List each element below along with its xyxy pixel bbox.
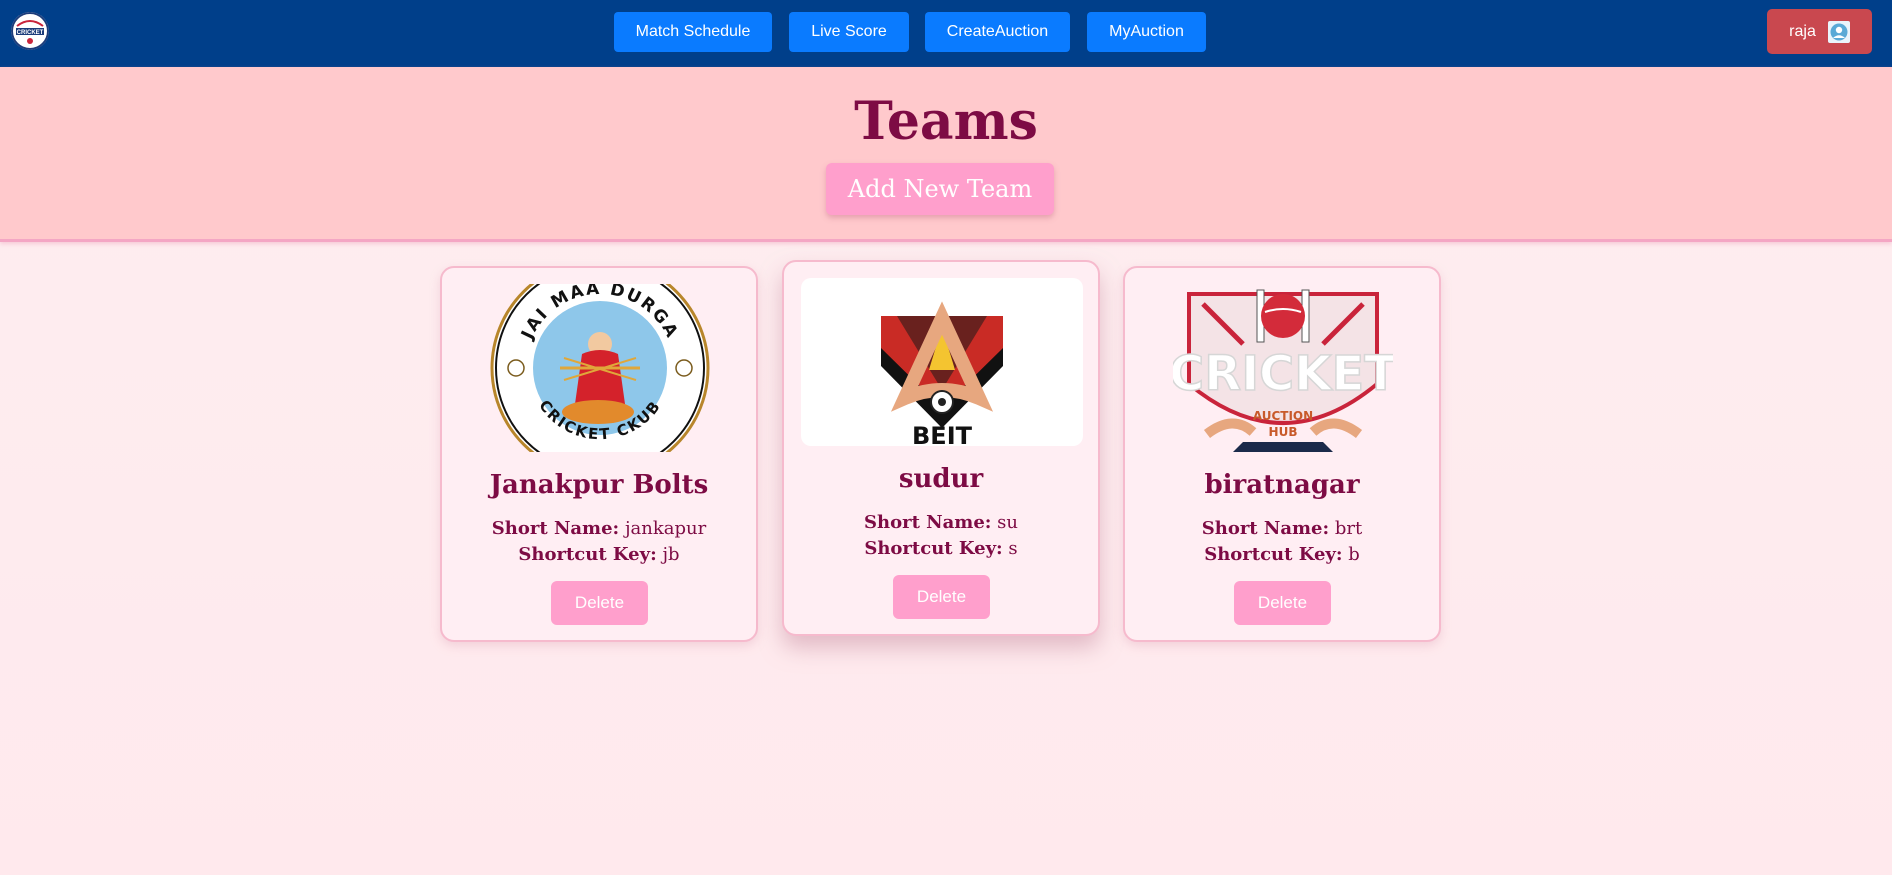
shortcut-key-value: s: [1008, 538, 1018, 559]
nav-match-schedule-button[interactable]: Match Schedule: [614, 12, 772, 52]
team-shortcut-key-row: Shortcut Key: b: [1125, 544, 1439, 565]
user-name: raja: [1789, 22, 1816, 40]
shortcut-key-label: Shortcut Key:: [518, 544, 657, 565]
delete-team-button[interactable]: Delete: [893, 575, 990, 619]
team-shortcut-key-row: Shortcut Key: jb: [442, 544, 756, 565]
shortcut-key-label: Shortcut Key:: [864, 538, 1003, 559]
beit-logo: BEIT: [801, 278, 1083, 446]
shortcut-key-value: jb: [662, 544, 680, 565]
team-name: Janakpur Bolts: [489, 470, 709, 500]
top-navbar: CRICKET Match Schedule Live Score Create…: [0, 0, 1892, 67]
user-menu-button[interactable]: raja: [1767, 9, 1872, 54]
nav-my-auction-button[interactable]: MyAuction: [1087, 12, 1206, 52]
short-name-label: Short Name:: [1201, 518, 1330, 539]
add-new-team-button[interactable]: Add New Team: [826, 163, 1054, 215]
team-short-name-row: Short Name: su: [784, 512, 1098, 533]
short-name-value: jankapur: [624, 518, 707, 539]
jai-maa-durga-cricket-club-logo: JAI MAA DURGA CRICKET CKUB: [459, 284, 741, 452]
user-avatar-icon: [1827, 20, 1850, 43]
delete-team-button[interactable]: Delete: [1234, 581, 1331, 625]
nav-create-auction-button[interactable]: CreateAuction: [925, 12, 1070, 52]
team-card: CRICKET AUCTION HUB biratnagar Short Nam…: [1123, 266, 1441, 642]
nav-links: Match Schedule Live Score CreateAuction …: [0, 12, 1892, 53]
short-name-label: Short Name:: [491, 518, 620, 539]
team-short-name-row: Short Name: brt: [1125, 518, 1439, 539]
cricket-auction-hub-logo: CRICKET AUCTION HUB: [1142, 284, 1424, 452]
logo-text-sub2: HUB: [1269, 425, 1298, 439]
short-name-label: Short Name:: [864, 512, 992, 533]
shortcut-key-label: Shortcut Key:: [1204, 544, 1343, 565]
logo-text-sub1: AUCTION: [1253, 409, 1313, 423]
teams-header: Teams Add New Team: [0, 67, 1892, 242]
team-card: JAI MAA DURGA CRICKET CKUB Janakpur Bolt…: [440, 266, 758, 642]
nav-live-score-button[interactable]: Live Score: [789, 12, 909, 52]
short-name-value: brt: [1334, 518, 1363, 539]
page-title: Teams: [854, 91, 1038, 152]
delete-team-button[interactable]: Delete: [551, 581, 648, 625]
team-name: sudur: [898, 464, 984, 494]
team-short-name-row: Short Name: jankapur: [442, 518, 756, 539]
team-card: BEIT sudur Short Name: su Shortcut Key: …: [782, 260, 1100, 636]
shortcut-key-value: b: [1348, 544, 1360, 565]
logo-text-main: CRICKET: [1173, 346, 1393, 402]
team-name: biratnagar: [1204, 470, 1360, 500]
team-shortcut-key-row: Shortcut Key: s: [784, 538, 1098, 559]
beit-logo-text: BEIT: [912, 422, 973, 446]
short-name-value: su: [997, 512, 1018, 533]
